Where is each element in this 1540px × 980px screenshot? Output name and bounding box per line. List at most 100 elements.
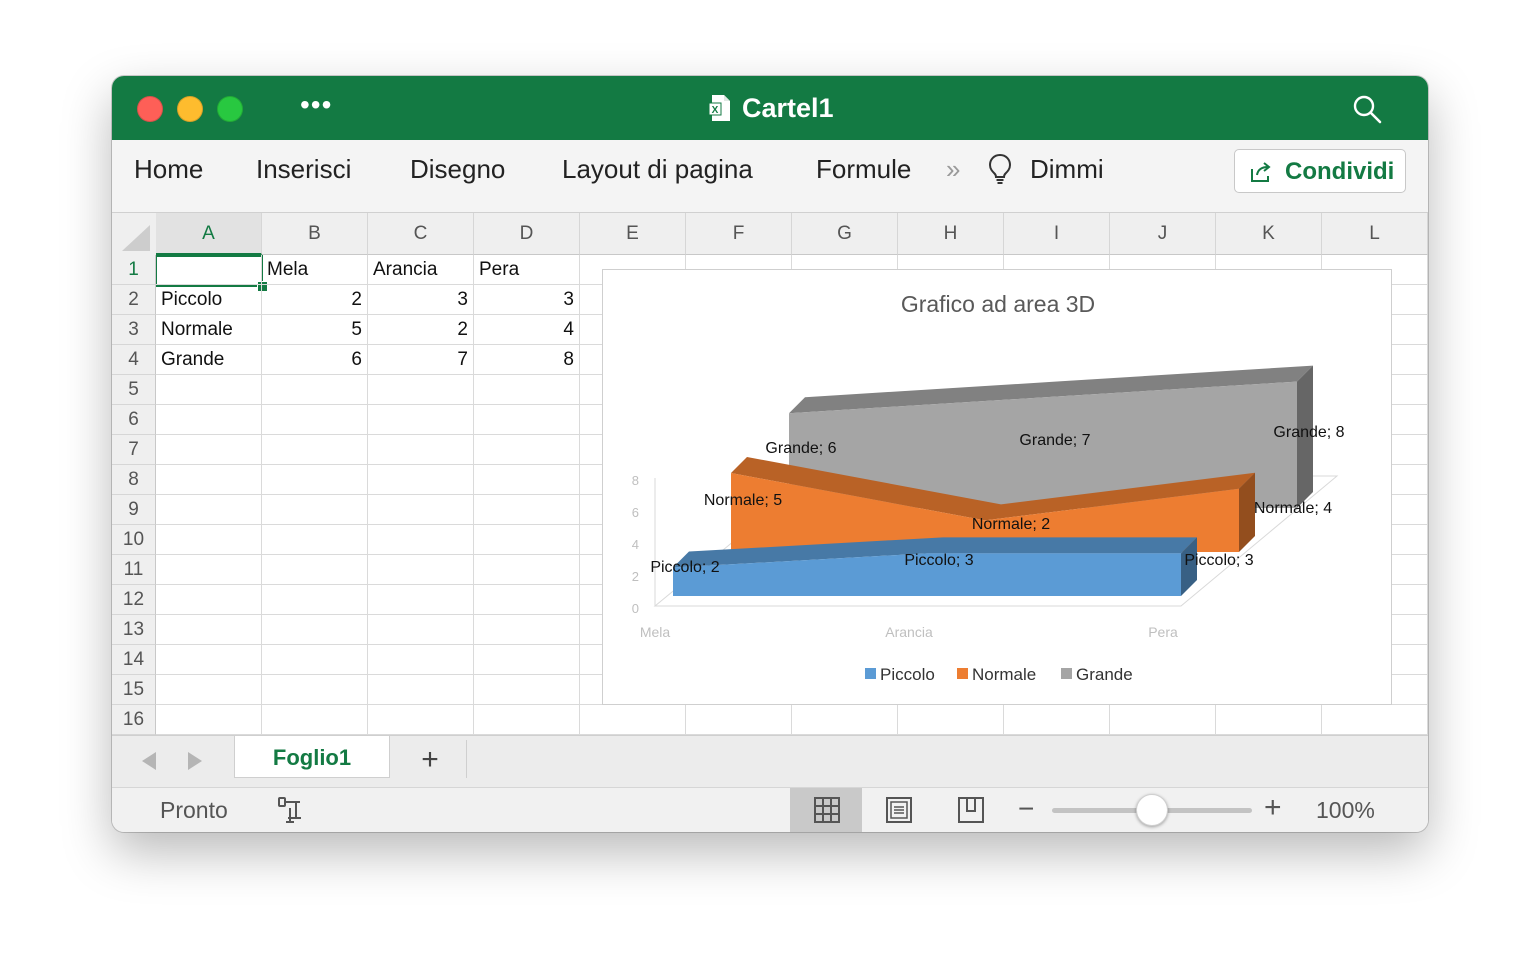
page-layout-view-button[interactable] — [862, 788, 934, 832]
cell-j16[interactable] — [1110, 705, 1216, 735]
area-chart-3d[interactable]: Grafico ad area 3D 0 2 4 6 8 Piccolo; 2 Piccol… — [602, 269, 1392, 705]
row-header-8[interactable]: 8 — [112, 465, 156, 495]
cell-a3[interactable]: Normale — [156, 315, 262, 345]
cell-a8[interactable] — [156, 465, 262, 495]
row-header-4[interactable]: 4 — [112, 345, 156, 375]
cell-c11[interactable] — [368, 555, 474, 585]
tell-me-search[interactable]: Dimmi — [1030, 154, 1104, 184]
cell-c10[interactable] — [368, 525, 474, 555]
column-header-f[interactable]: F — [686, 213, 792, 255]
cell-g16[interactable] — [792, 705, 898, 735]
cell-d14[interactable] — [474, 645, 580, 675]
cell-d4[interactable]: 8 — [474, 345, 580, 375]
cell-b9[interactable] — [262, 495, 368, 525]
row-header-11[interactable]: 11 — [112, 555, 156, 585]
cell-k16[interactable] — [1216, 705, 1322, 735]
column-header-e[interactable]: E — [580, 213, 686, 255]
column-header-g[interactable]: G — [792, 213, 898, 255]
row-header-3[interactable]: 3 — [112, 315, 156, 345]
more-options-icon[interactable]: ••• — [300, 90, 332, 120]
row-header-15[interactable]: 15 — [112, 675, 156, 705]
cell-a4[interactable]: Grande — [156, 345, 262, 375]
tab-home[interactable]: Home — [134, 154, 203, 184]
zoom-button[interactable] — [217, 96, 243, 122]
column-header-b[interactable]: B — [262, 213, 368, 255]
chevron-more-icon[interactable]: » — [946, 154, 960, 184]
column-header-i[interactable]: I — [1004, 213, 1110, 255]
row-header-5[interactable]: 5 — [112, 375, 156, 405]
cell-d11[interactable] — [474, 555, 580, 585]
tab-inserisci[interactable]: Inserisci — [256, 154, 351, 184]
row-header-10[interactable]: 10 — [112, 525, 156, 555]
cell-c14[interactable] — [368, 645, 474, 675]
normal-view-button[interactable] — [790, 788, 862, 832]
cell-c2[interactable]: 3 — [368, 285, 474, 315]
cell-b15[interactable] — [262, 675, 368, 705]
column-header-h[interactable]: H — [898, 213, 1004, 255]
cell-b8[interactable] — [262, 465, 368, 495]
cell-b3[interactable]: 5 — [262, 315, 368, 345]
cell-d7[interactable] — [474, 435, 580, 465]
cell-a15[interactable] — [156, 675, 262, 705]
cell-c6[interactable] — [368, 405, 474, 435]
sheet-tab-foglio1[interactable]: Foglio1 — [234, 736, 390, 778]
tab-layout-di-pagina[interactable]: Layout di pagina — [562, 154, 753, 184]
cell-d5[interactable] — [474, 375, 580, 405]
cell-a12[interactable] — [156, 585, 262, 615]
zoom-out-button[interactable]: − — [1018, 794, 1034, 824]
search-icon[interactable] — [1352, 94, 1382, 124]
cell-b1[interactable]: Mela — [262, 255, 368, 285]
spreadsheet-grid[interactable]: A B C D E F G H I J K L 1 Mela Arancia Pera 2 Piccolo 2 3 3 3… — [112, 212, 1428, 736]
tab-disegno[interactable]: Disegno — [410, 154, 505, 184]
cell-i16[interactable] — [1004, 705, 1110, 735]
cell-a1[interactable] — [156, 255, 262, 285]
row-header-12[interactable]: 12 — [112, 585, 156, 615]
cell-c13[interactable] — [368, 615, 474, 645]
cell-d6[interactable] — [474, 405, 580, 435]
cell-b10[interactable] — [262, 525, 368, 555]
cell-b16[interactable] — [262, 705, 368, 735]
cell-d9[interactable] — [474, 495, 580, 525]
cell-f16[interactable] — [686, 705, 792, 735]
cell-h16[interactable] — [898, 705, 1004, 735]
close-button[interactable] — [137, 96, 163, 122]
cell-d15[interactable] — [474, 675, 580, 705]
row-header-16[interactable]: 16 — [112, 705, 156, 735]
cell-d13[interactable] — [474, 615, 580, 645]
zoom-level[interactable]: 100% — [1316, 796, 1375, 824]
cell-a13[interactable] — [156, 615, 262, 645]
accessibility-check-icon[interactable] — [274, 794, 306, 826]
cell-a2[interactable]: Piccolo — [156, 285, 262, 315]
cell-a7[interactable] — [156, 435, 262, 465]
column-header-c[interactable]: C — [368, 213, 474, 255]
cell-b12[interactable] — [262, 585, 368, 615]
page-break-view-button[interactable] — [934, 788, 1006, 832]
cell-c4[interactable]: 7 — [368, 345, 474, 375]
cell-c3[interactable]: 2 — [368, 315, 474, 345]
share-button[interactable]: Condividi — [1234, 149, 1406, 193]
cell-a6[interactable] — [156, 405, 262, 435]
row-header-14[interactable]: 14 — [112, 645, 156, 675]
column-header-d[interactable]: D — [474, 213, 580, 255]
cell-d10[interactable] — [474, 525, 580, 555]
cell-c16[interactable] — [368, 705, 474, 735]
cell-b6[interactable] — [262, 405, 368, 435]
cell-b7[interactable] — [262, 435, 368, 465]
tab-formule[interactable]: Formule — [816, 154, 911, 184]
cell-a10[interactable] — [156, 525, 262, 555]
previous-sheet-icon[interactable] — [142, 752, 156, 770]
cell-b14[interactable] — [262, 645, 368, 675]
row-header-7[interactable]: 7 — [112, 435, 156, 465]
minimize-button[interactable] — [177, 96, 203, 122]
column-header-k[interactable]: K — [1216, 213, 1322, 255]
cell-c12[interactable] — [368, 585, 474, 615]
cell-a16[interactable] — [156, 705, 262, 735]
cell-a9[interactable] — [156, 495, 262, 525]
zoom-in-button[interactable]: + — [1264, 792, 1282, 824]
column-header-a[interactable]: A — [156, 213, 262, 255]
cell-b4[interactable]: 6 — [262, 345, 368, 375]
add-sheet-button[interactable]: + — [412, 742, 448, 778]
cell-d3[interactable]: 4 — [474, 315, 580, 345]
column-header-j[interactable]: J — [1110, 213, 1216, 255]
cell-c8[interactable] — [368, 465, 474, 495]
